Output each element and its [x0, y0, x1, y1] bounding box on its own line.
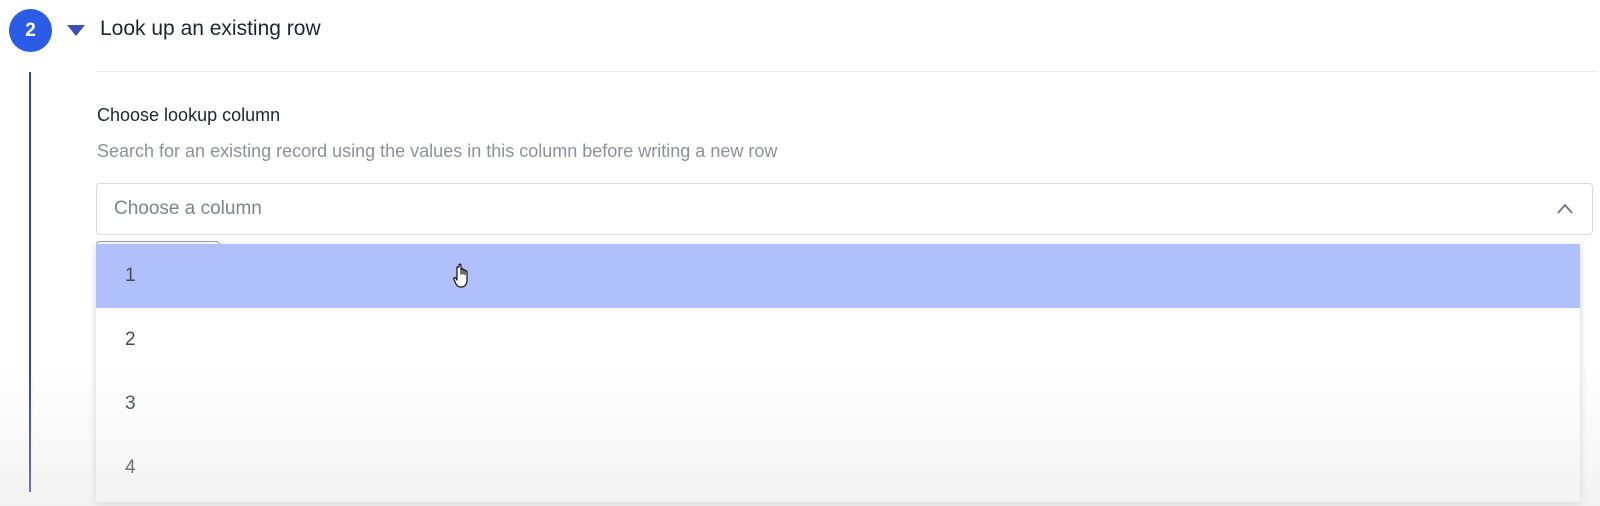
field-label: Choose lookup column [97, 105, 281, 125]
caret-down-icon[interactable] [67, 25, 85, 36]
hand-pointer-icon [453, 263, 468, 288]
step-number-badge: 2 [9, 9, 52, 52]
step-connector-line [29, 72, 31, 492]
option-label: 2 [125, 329, 136, 350]
chevron-up-icon[interactable] [1556, 200, 1574, 218]
dropdown-menu: 1 2 3 4 [96, 244, 1580, 502]
dropdown-option-3[interactable]: 3 [96, 372, 1580, 436]
dropdown-option-2[interactable]: 2 [96, 308, 1580, 372]
field-help-text: Search for an existing record using the … [97, 141, 778, 161]
divider [97, 71, 1597, 72]
select-placeholder: Choose a column [114, 198, 262, 219]
lookup-column-select[interactable]: Choose a column [96, 183, 1593, 235]
option-label: 1 [125, 265, 136, 286]
page: 2 Look up an existing row Choose lookup … [0, 0, 1600, 506]
dropdown-option-1[interactable]: 1 [96, 244, 1580, 308]
option-label: 4 [125, 457, 136, 478]
section-title[interactable]: Look up an existing row [100, 17, 321, 41]
option-label: 3 [125, 393, 136, 414]
dropdown-option-4[interactable]: 4 [96, 436, 1580, 500]
